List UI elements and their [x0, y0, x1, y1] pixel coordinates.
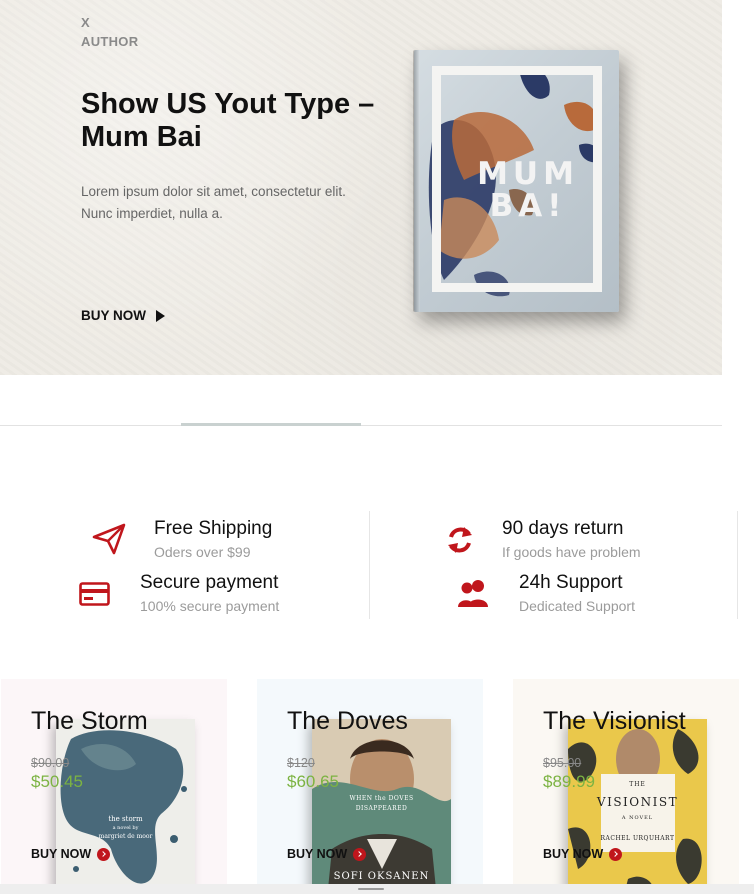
hero-author-label: AUTHOR — [81, 34, 139, 49]
product-buy-now-button[interactable]: BUY NOW — [31, 847, 111, 861]
features-section: Free Shipping Oders over $99 90 days ret… — [0, 505, 754, 625]
product-title: The Storm — [31, 707, 148, 735]
hero-book-image: MUM BA! — [414, 50, 619, 312]
feature-subtitle: Dedicated Support — [519, 598, 635, 614]
slider-track — [0, 425, 722, 426]
hero-buy-now-label: BUY NOW — [81, 308, 147, 323]
cover-text-visionist-3: RACHEL URQUHART — [600, 835, 675, 842]
cover-text-doves: WHEN the DOVES — [349, 795, 414, 802]
product-buy-now-button[interactable]: BUY NOW — [287, 847, 367, 861]
credit-card-icon — [79, 582, 110, 611]
features-divider-right — [737, 511, 738, 619]
product-title: The Visionist — [543, 707, 686, 735]
cover-text-visionist-2: VISIONIST — [596, 795, 679, 809]
slider-active-indicator[interactable] — [181, 423, 361, 426]
feature-subtitle: If goods have problem — [502, 544, 641, 560]
buy-now-label: BUY NOW — [287, 847, 348, 861]
users-icon — [457, 579, 491, 612]
cover-text-visionist-sub: A NOVEL — [621, 815, 654, 821]
play-arrow-icon — [156, 309, 166, 322]
product-card-visionist[interactable]: THE VISIONIST A NOVEL RACHEL URQUHART Th… — [513, 679, 739, 894]
product-buy-now-button[interactable]: BUY NOW — [543, 847, 623, 861]
paper-plane-icon — [92, 523, 126, 560]
buy-now-label: BUY NOW — [543, 847, 604, 861]
product-old-price: $95.00 — [543, 756, 582, 770]
cover-text-storm-2: a novel by — [112, 825, 139, 831]
product-card-doves[interactable]: WHEN the DOVES DISAPPEARED SOFI OKSANEN … — [257, 679, 483, 894]
features-divider — [369, 511, 370, 619]
feature-subtitle: 100% secure payment — [140, 598, 280, 614]
hero-description: Lorem ipsum dolor sit amet, consectetur … — [81, 184, 346, 221]
feature-title: Secure payment — [140, 572, 279, 593]
feature-subtitle: Oders over $99 — [154, 544, 251, 560]
cover-text-doves-3: SOFI OKSANEN — [333, 871, 430, 882]
feature-title: Free Shipping — [154, 518, 273, 539]
product-old-price: $120 — [287, 756, 315, 770]
cover-text-storm: the storm — [108, 815, 143, 823]
product-card-storm[interactable]: the storm a novel by margriet de moor Th… — [1, 679, 227, 894]
product-title: The Doves — [287, 707, 408, 735]
cover-text-storm-3: margriet de moor — [98, 833, 153, 840]
arrow-circle-icon — [609, 847, 623, 861]
buy-now-label: BUY NOW — [31, 847, 92, 861]
product-price: $60.65 — [287, 772, 339, 791]
book-cover-visionist: THE VISIONIST A NOVEL RACHEL URQUHART — [568, 719, 707, 894]
ink-splash-icon — [60, 730, 187, 884]
arrow-circle-icon — [97, 847, 111, 861]
feature-title: 24h Support — [519, 572, 623, 593]
bottom-scroll-bar[interactable] — [0, 884, 754, 894]
product-price: $50.45 — [31, 772, 83, 791]
cover-text-doves-2: DISAPPEARED — [355, 805, 408, 812]
hero-banner: X AUTHOR Show US Yout Type – Mum Bai Lor… — [0, 0, 722, 375]
hero-title: Show US Yout Type – Mum Bai — [81, 88, 375, 153]
book-cover-title: MUM BA! — [477, 156, 579, 224]
hero-buy-now-button[interactable]: BUY NOW — [81, 308, 166, 323]
feature-title: 90 days return — [502, 518, 624, 539]
product-old-price: $90.00 — [31, 756, 70, 770]
product-price: $89.99 — [543, 772, 595, 791]
book-cover-storm: the storm a novel by margriet de moor — [56, 719, 195, 894]
hero-close-label: X — [81, 15, 91, 30]
book-cover-doves: WHEN the DOVES DISAPPEARED SOFI OKSANEN — [312, 719, 451, 894]
scroll-handle[interactable] — [358, 888, 384, 890]
arrow-circle-icon — [353, 847, 367, 861]
refresh-icon — [446, 525, 474, 560]
